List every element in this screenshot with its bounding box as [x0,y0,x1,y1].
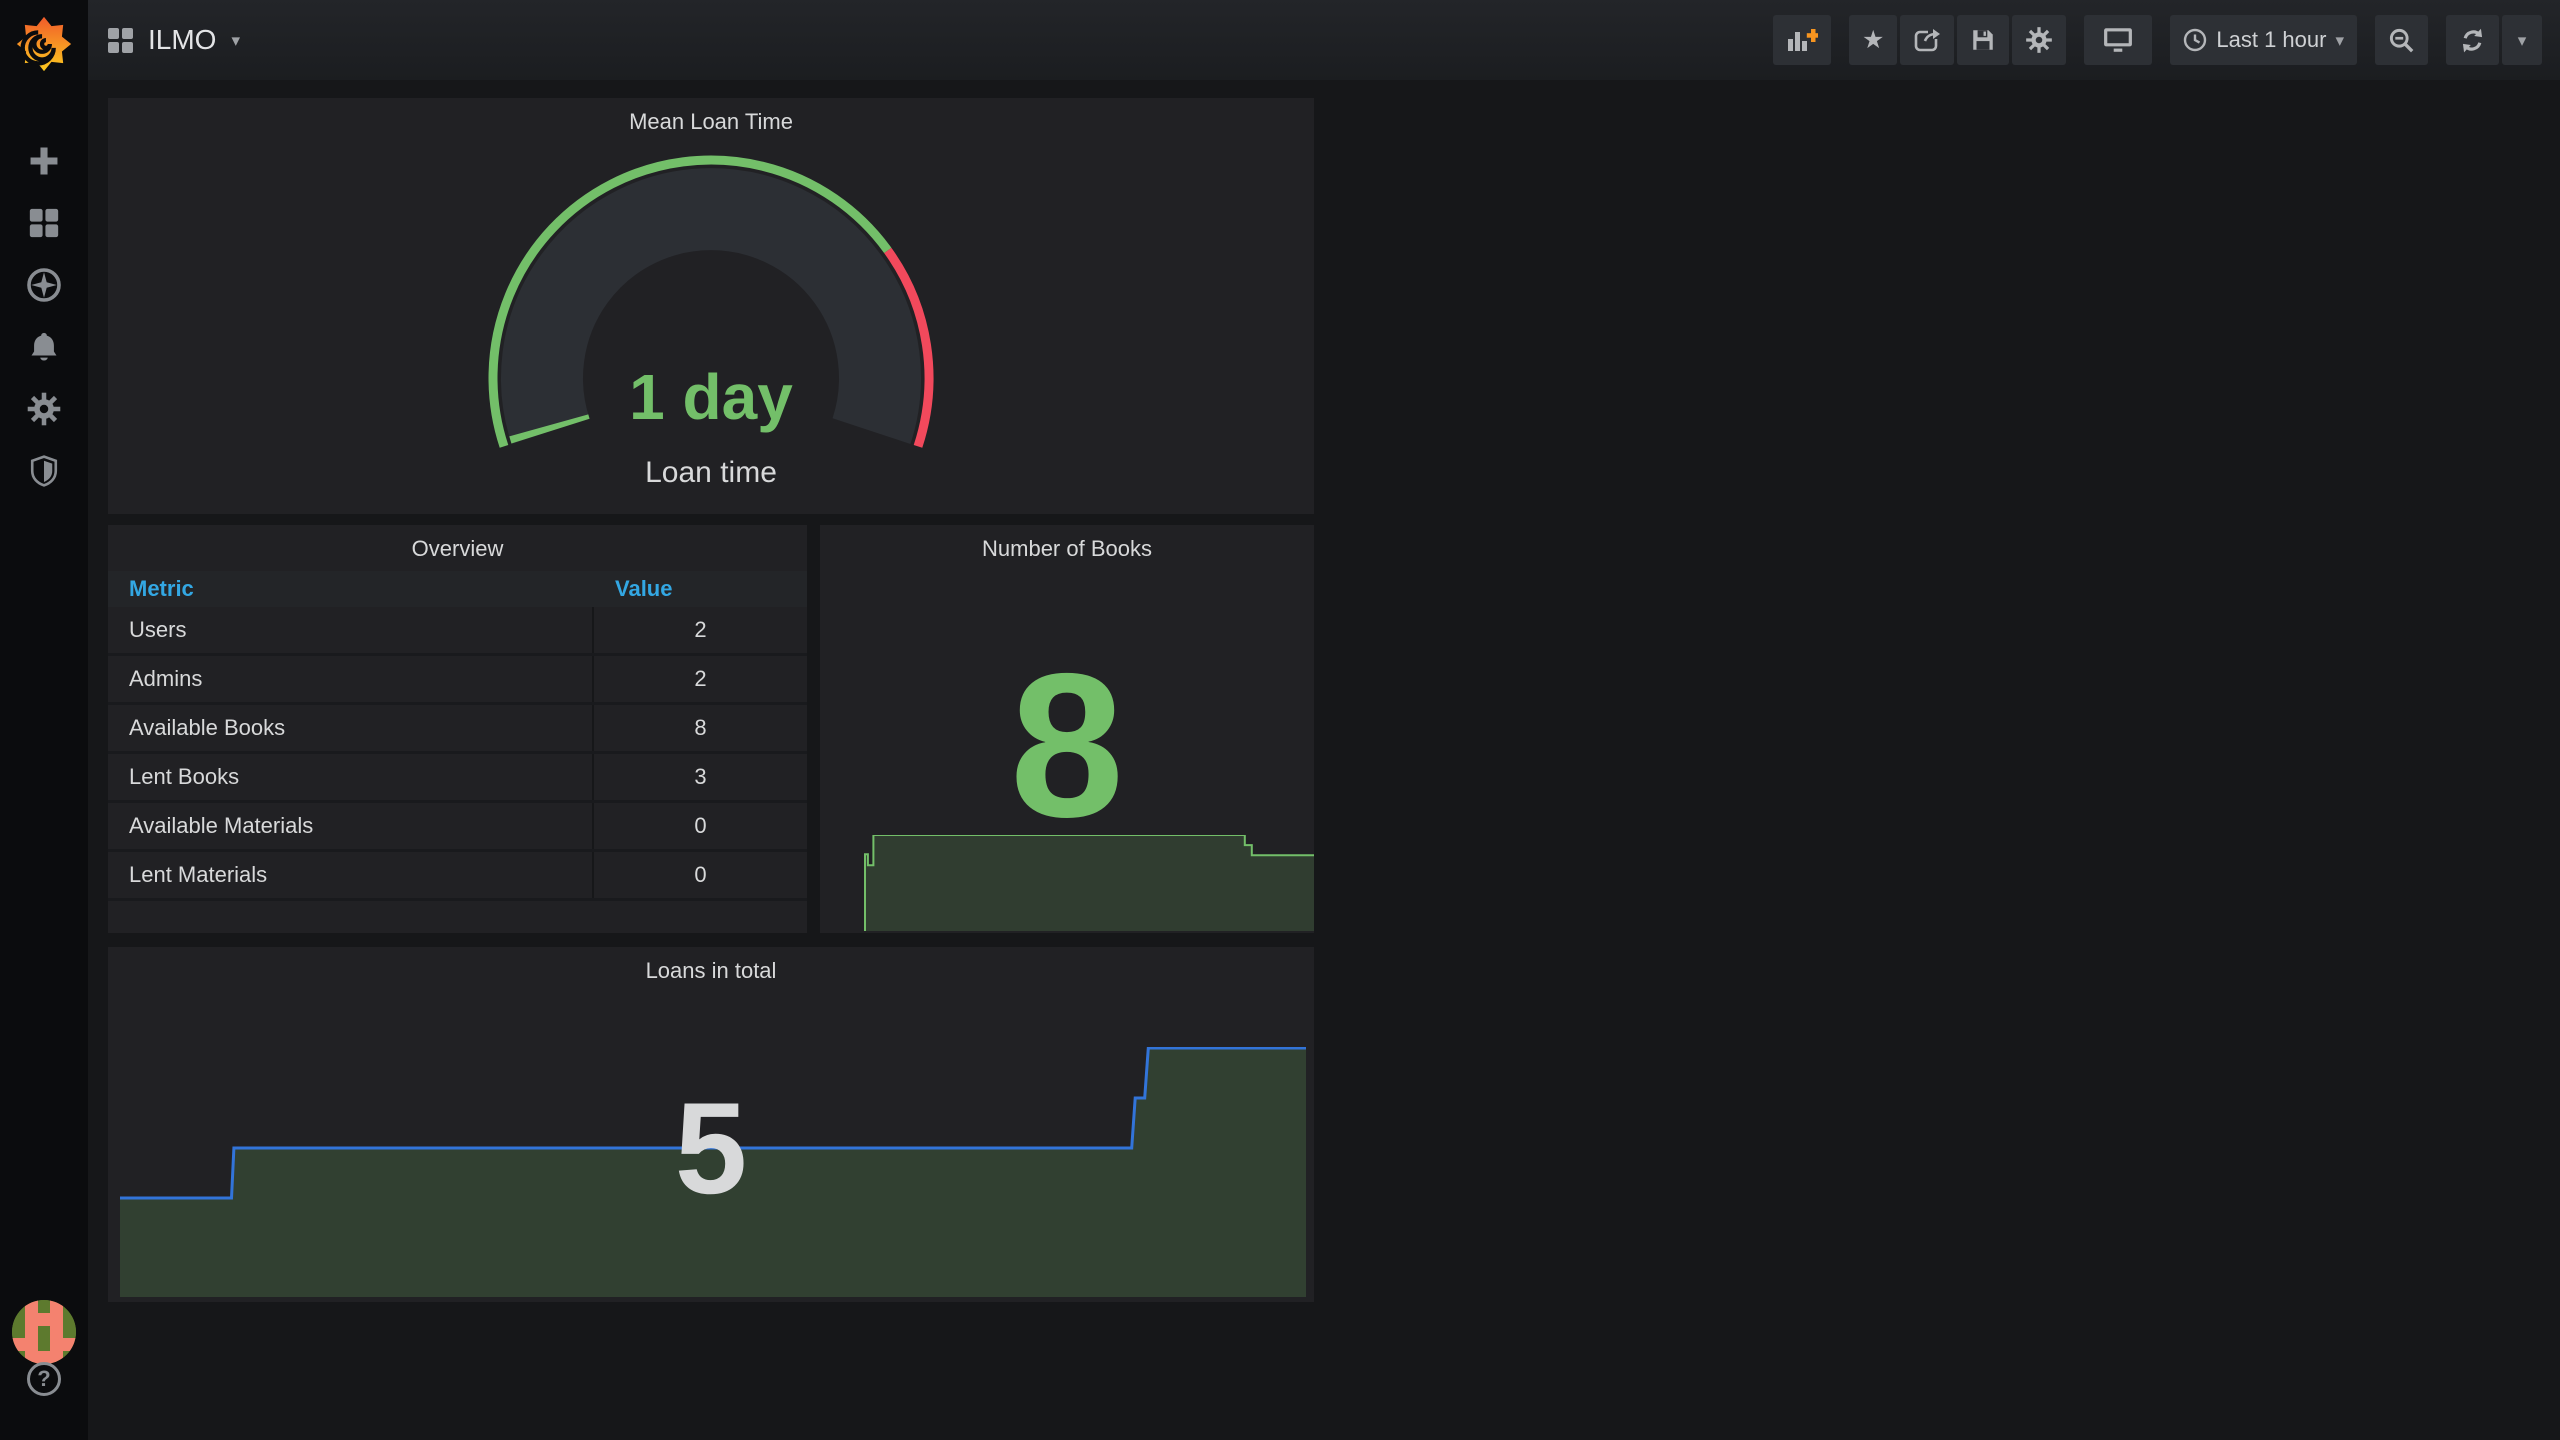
table-row: Admins 2 [108,656,807,705]
share-button[interactable] [1900,15,1955,65]
table-cell-value: 3 [592,754,807,800]
table-cell-metric: Available Books [129,715,286,740]
zoom-out-icon [2389,28,2414,52]
help-glyph: ? [37,1366,51,1391]
gauge-value-text: 1 day [629,361,793,433]
table-cell-metric: Lent Books [129,764,240,789]
dashboards-grid-icon [29,208,59,238]
table-cell-metric: Available Materials [129,813,314,838]
dashboard-settings-button[interactable] [2012,15,2067,65]
clock-icon [2184,28,2207,52]
refresh-interval-dropdown[interactable]: ▾ [2502,15,2542,65]
dashboard-title-button[interactable]: ILMO ▾ [108,0,240,80]
table-header-row: Metric Value [108,571,807,607]
help-question-icon[interactable]: ? [27,1362,61,1396]
sidebar-menu [0,143,88,489]
sidebar-item-explore[interactable] [24,267,64,303]
configuration-gear-icon [27,392,61,426]
table-cell-metric: Lent Materials [129,862,268,887]
zoom-out-button[interactable] [2375,15,2428,65]
table-cell-metric: Admins [129,666,203,691]
top-navbar: ILMO ▾ ★ Last 1 hour ▾ ▾ [88,0,2560,80]
settings-gear-icon [2026,27,2053,53]
panel-overview: Overview Metric Value Users 2 Admins 2 Avail… [108,525,807,933]
user-avatar[interactable] [12,1300,76,1364]
grafana-logo[interactable] [13,13,75,75]
star-icon: ★ [1861,25,1885,54]
star-button[interactable]: ★ [1848,15,1898,65]
chevron-down-icon: ▾ [2335,30,2344,50]
table-cell-value: 2 [592,607,807,653]
server-admin-shield-icon [30,455,58,487]
gauge-metric-label: Loan time [645,456,777,489]
table-cell-value: 8 [592,705,807,751]
sidebar: ? [0,0,88,1440]
panel-title[interactable]: Number of Books [820,536,1314,562]
panel-title[interactable]: Overview [108,536,807,562]
panel-title[interactable]: Mean Loan Time [108,109,1314,135]
sidebar-item-server-admin[interactable] [24,453,64,489]
panel-title[interactable]: Loans in total [108,958,1314,984]
refresh-button[interactable] [2446,15,2499,65]
table-header-metric[interactable]: Metric [108,576,592,602]
panel-loans-in-total: Loans in total 5 [108,947,1314,1302]
sidebar-item-dashboards[interactable] [24,205,64,241]
create-plus-icon [30,147,58,175]
table-row: Available Materials 0 [108,803,807,852]
share-icon [1915,29,1941,52]
explore-compass-icon [27,268,61,302]
table-row: Available Books 8 [108,705,807,754]
panel-number-of-books: Number of Books 8 [820,525,1314,933]
overview-table-body: Users 2 Admins 2 Available Books 8 Lent Books 3… [108,607,807,901]
save-icon [1973,30,1994,50]
table-cell-metric: Users [129,617,187,642]
alerting-bell-icon [31,332,57,361]
toolbar: ★ Last 1 hour ▾ ▾ [1772,15,2542,65]
stat-value-books: 8 [1009,631,1124,860]
table-cell-value: 0 [592,803,807,849]
time-range-label: Last 1 hour [2216,27,2327,52]
page-title: ILMO [148,24,217,55]
refresh-interval-caret-icon: ▾ [2517,30,2527,50]
add-panel-icon [1787,29,1818,51]
table-row: Users 2 [108,607,807,656]
table-row: Lent Books 3 [108,754,807,803]
chevron-down-icon: ▾ [231,30,241,50]
tv-cycle-icon [2104,28,2133,52]
add-panel-button[interactable] [1772,15,1831,65]
sidebar-item-create[interactable] [24,143,64,179]
table-row: Lent Materials 0 [108,852,807,901]
table-cell-value: 2 [592,656,807,702]
table-header-value[interactable]: Value [592,576,807,602]
sidebar-item-configuration[interactable] [24,391,64,427]
grid-4-squares-icon [108,27,133,53]
gauge-chart [488,155,934,448]
panel-mean-loan-time: Mean Loan Time 1 day Loan time [108,98,1314,514]
time-range-picker[interactable]: Last 1 hour ▾ [2170,15,2357,65]
save-button[interactable] [1957,15,2010,65]
tv-mode-button[interactable] [2084,15,2153,65]
table-cell-value: 0 [592,852,807,898]
sidebar-item-alerting[interactable] [24,329,64,365]
stat-value-loans: 5 [674,1075,748,1221]
refresh-icon [2462,28,2483,52]
